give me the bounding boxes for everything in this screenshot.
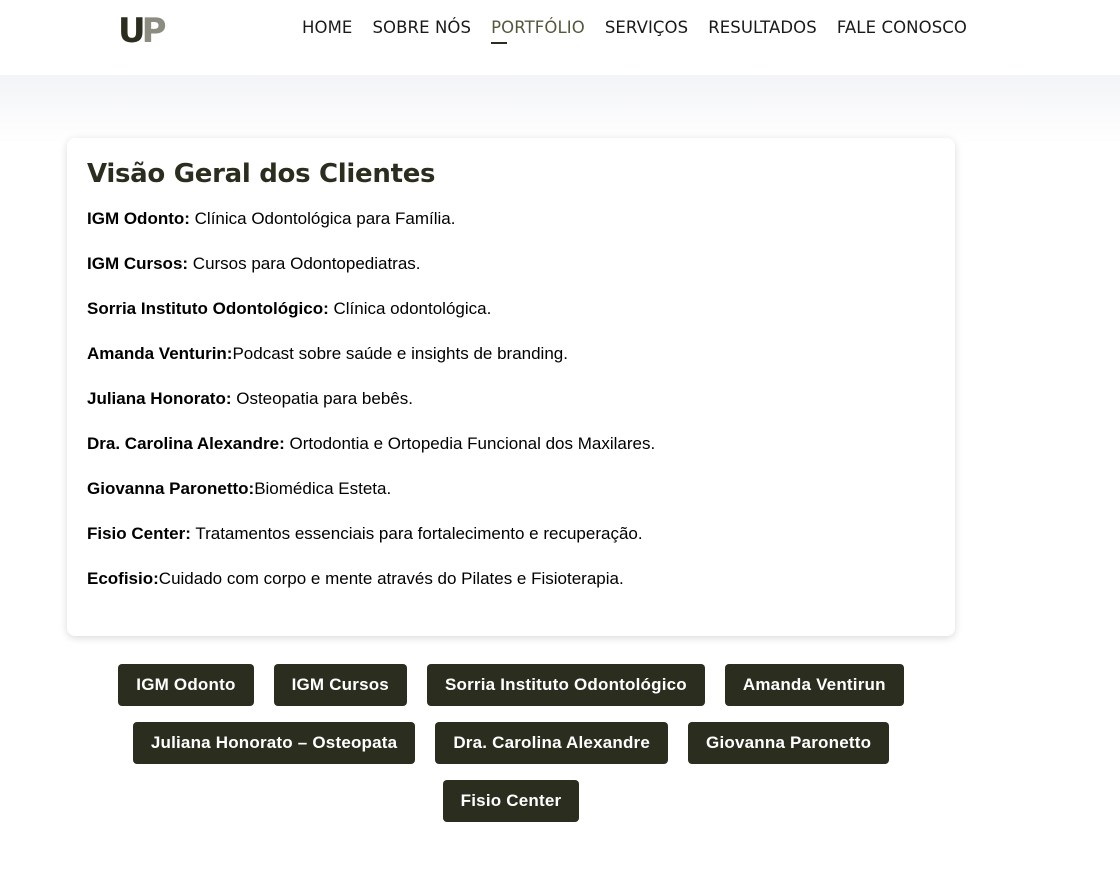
client-name: Juliana Honorato: [87, 389, 232, 408]
client-item: IGM Odonto: Clínica Odontológica para Fa… [87, 208, 935, 253]
client-description: Podcast sobre saúde e insights de brandi… [232, 344, 568, 363]
overview-title: Visão Geral dos Clientes [87, 159, 436, 189]
nav-sobre-nos[interactable]: SOBRE NÓS [372, 16, 471, 40]
clients-overview-card: Visão Geral dos Clientes IGM Odonto: Clí… [67, 138, 955, 636]
client-description: Ortodontia e Ortopedia Funcional dos Max… [284, 434, 656, 453]
main-nav: HOME SOBRE NÓS PORTFÓLIO SERVIÇOS RESULT… [302, 16, 987, 44]
client-description: Cuidado com corpo e mente através do Pil… [158, 569, 624, 588]
nav-home[interactable]: HOME [302, 16, 352, 40]
igm-odonto-button[interactable]: IGM Odonto [118, 664, 254, 706]
client-item: Fisio Center: Tratamentos essenciais par… [87, 523, 935, 568]
client-item: Sorria Instituto Odontológico: Clínica o… [87, 298, 935, 343]
amanda-ventirun-button[interactable]: Amanda Ventirun [724, 664, 904, 706]
nav-portfolio[interactable]: PORTFÓLIO [491, 16, 585, 44]
logo-letter-p: P [141, 11, 167, 51]
site-header: UP HOME SOBRE NÓS PORTFÓLIO SERVIÇOS RES… [0, 0, 1120, 75]
logo-letter-u: U [118, 11, 146, 51]
client-item: Juliana Honorato: Osteopatia para bebês. [87, 388, 935, 433]
client-item: Ecofisio:Cuidado com corpo e mente atrav… [87, 568, 935, 613]
nav-servicos[interactable]: SERVIÇOS [605, 16, 688, 40]
juliana-honorato-button[interactable]: Juliana Honorato – Osteopata [132, 722, 416, 764]
client-description: Biomédica Esteta. [254, 479, 392, 498]
fisio-center-button[interactable]: Fisio Center [442, 780, 580, 822]
client-description: Cursos para Odontopediatras. [188, 254, 421, 273]
client-name: IGM Odonto: [87, 209, 190, 228]
client-item: Dra. Carolina Alexandre: Ortodontia e Or… [87, 433, 935, 478]
client-name: Amanda Venturin: [87, 344, 233, 363]
igm-cursos-button[interactable]: IGM Cursos [273, 664, 407, 706]
header-gradient-band [0, 75, 1120, 145]
client-description: Clínica Odontológica para Família. [189, 209, 456, 228]
client-name: Fisio Center: [87, 524, 191, 543]
client-item: IGM Cursos: Cursos para Odontopediatras. [87, 253, 935, 298]
client-item: Giovanna Paronetto:Biomédica Esteta. [87, 478, 935, 523]
up-logo[interactable]: UP [118, 14, 170, 48]
client-name: IGM Cursos: [87, 254, 189, 273]
client-name: Giovanna Paronetto: [87, 479, 255, 498]
sorria-instituto-button[interactable]: Sorria Instituto Odontológico [426, 664, 705, 706]
nav-fale-conosco[interactable]: FALE CONOSCO [837, 16, 967, 40]
client-name: Ecofisio: [87, 569, 159, 588]
client-name: Dra. Carolina Alexandre: [87, 434, 285, 453]
client-name: Sorria Instituto Odontológico: [87, 299, 329, 318]
button-row: IGM Odonto IGM Cursos Sorria Instituto O… [0, 664, 1022, 706]
button-row: Juliana Honorato – Osteopata Dra. Caroli… [0, 722, 1022, 764]
nav-resultados[interactable]: RESULTADOS [708, 16, 817, 40]
client-description: Tratamentos essenciais para fortalecimen… [190, 524, 643, 543]
client-description: Osteopatia para bebês. [231, 389, 413, 408]
button-row: Fisio Center [0, 780, 1022, 822]
client-buttons: IGM Odonto IGM Cursos Sorria Instituto O… [0, 664, 1022, 838]
carolina-alexandre-button[interactable]: Dra. Carolina Alexandre [435, 722, 669, 764]
giovanna-paronetto-button[interactable]: Giovanna Paronetto [688, 722, 890, 764]
client-description: Clínica odontológica. [328, 299, 492, 318]
client-item: Amanda Venturin:Podcast sobre saúde e in… [87, 343, 935, 388]
